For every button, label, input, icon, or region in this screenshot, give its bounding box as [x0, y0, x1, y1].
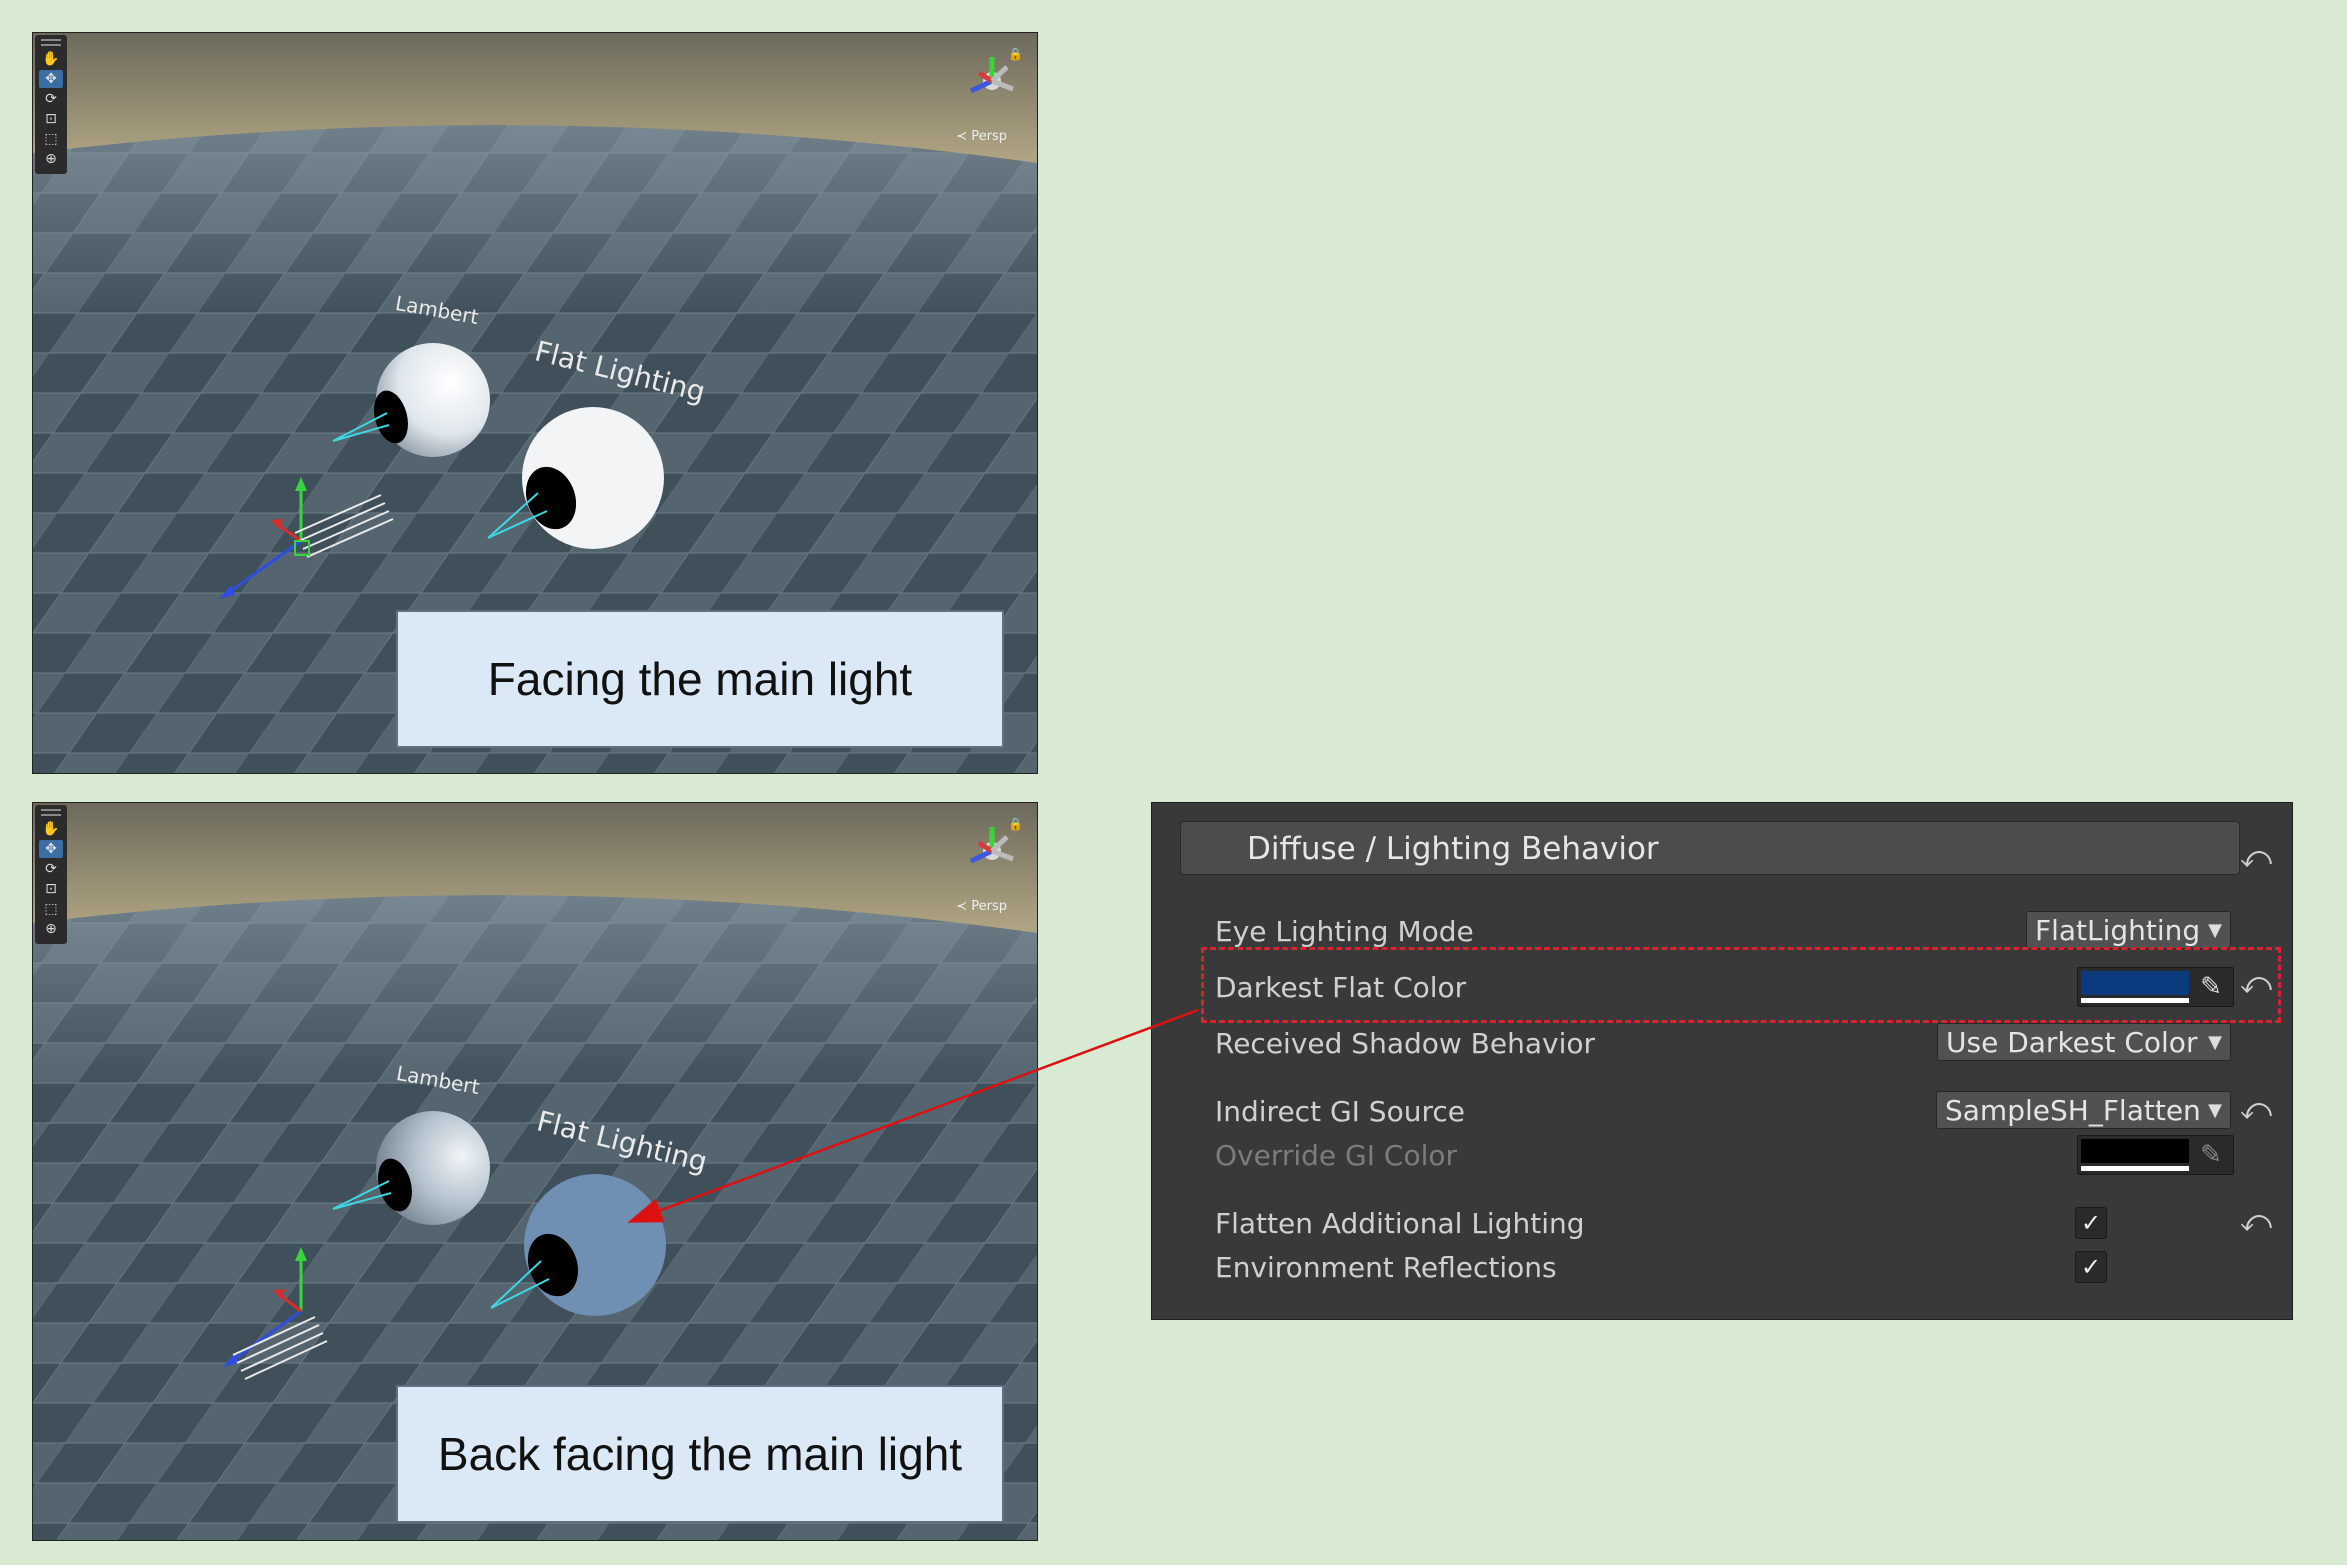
received-shadow-dropdown[interactable]: Use Darkest Color ▼: [1937, 1023, 2231, 1061]
caption-box: Facing the main light: [396, 610, 1004, 748]
eye-lighting-mode-label: Eye Lighting Mode: [1215, 915, 1474, 948]
lock-icon[interactable]: 🔒: [1008, 47, 1023, 61]
move-icon[interactable]: ✥: [39, 840, 63, 858]
color-swatch: [2081, 1139, 2189, 1163]
dropdown-value: SampleSH_Flatten: [1945, 1094, 2201, 1127]
env-reflections-checkbox[interactable]: ✓: [2075, 1251, 2107, 1283]
flatten-additional-label: Flatten Additional Lighting: [1215, 1207, 1585, 1240]
env-reflections-label: Environment Reflections: [1215, 1251, 1557, 1284]
lock-icon[interactable]: 🔒: [1008, 817, 1023, 831]
section-header[interactable]: Diffuse / Lighting Behavior: [1180, 821, 2240, 875]
chevron-down-icon: ▼: [2208, 1032, 2222, 1053]
caption-text: Facing the main light: [487, 653, 913, 705]
eyedropper-icon: ✎: [2200, 1140, 2222, 1170]
inspector-panel: Diffuse / Lighting Behavior ⤺ Eye Lighti…: [1151, 802, 2293, 1320]
flatten-additional-checkbox[interactable]: ✓: [2075, 1207, 2107, 1239]
rect-icon[interactable]: ⬚: [39, 130, 63, 148]
caption-box: Back facing the main light: [396, 1385, 1004, 1523]
toolbar-grip[interactable]: [41, 39, 61, 46]
scale-icon[interactable]: ⊡: [39, 880, 63, 898]
revert-icon[interactable]: ⤺: [2240, 1095, 2272, 1125]
scene-toolbar: ✋ ✥ ⟳ ⊡ ⬚ ⊕: [35, 35, 67, 174]
rect-icon[interactable]: ⬚: [39, 900, 63, 918]
override-gi-color-field: ✎: [2077, 1135, 2234, 1175]
alpha-bar: [2081, 1166, 2189, 1171]
dropdown-value: FlatLighting: [2035, 914, 2201, 947]
toolbar-grip[interactable]: [41, 809, 61, 816]
rotate-icon[interactable]: ⟳: [39, 860, 63, 878]
revert-icon[interactable]: ⤺: [2240, 843, 2272, 873]
scene-toolbar: ✋ ✥ ⟳ ⊡ ⬚ ⊕: [35, 805, 67, 944]
chevron-down-icon: ▼: [2208, 920, 2222, 941]
dropdown-value: Use Darkest Color: [1946, 1026, 2198, 1059]
indirect-gi-label: Indirect GI Source: [1215, 1095, 1465, 1128]
persp-label[interactable]: ≺ Persp: [956, 129, 1007, 144]
received-shadow-label: Received Shadow Behavior: [1215, 1027, 1596, 1060]
persp-label[interactable]: ≺ Persp: [956, 899, 1007, 914]
scale-icon[interactable]: ⊡: [39, 110, 63, 128]
transform-icon[interactable]: ⊕: [39, 150, 63, 168]
section-title: Diffuse / Lighting Behavior: [1247, 831, 1659, 867]
eye-lighting-mode-dropdown[interactable]: FlatLighting ▼: [2026, 911, 2231, 949]
chevron-down-icon: ▼: [2208, 1100, 2222, 1121]
hand-icon[interactable]: ✋: [39, 820, 63, 838]
rotate-icon[interactable]: ⟳: [39, 90, 63, 108]
scene-viewport-bottom[interactable]: Lambert Flat Lighting ✋ ✥ ⟳ ⊡ ⬚ ⊕ 🔒 ≺ Pe…: [32, 802, 1038, 1541]
revert-icon[interactable]: ⤺: [2240, 1207, 2272, 1237]
caption-text: Back facing the main light: [437, 1428, 963, 1480]
transform-icon[interactable]: ⊕: [39, 920, 63, 938]
move-icon[interactable]: ✥: [39, 70, 63, 88]
hand-icon[interactable]: ✋: [39, 50, 63, 68]
highlight-box: [1201, 947, 2281, 1023]
indirect-gi-dropdown[interactable]: SampleSH_Flatten ▼: [1936, 1091, 2231, 1129]
scene-viewport-top[interactable]: Lambert Flat Lighting ✋ ✥ ⟳ ⊡ ⬚ ⊕ 🔒 ≺ Pe…: [32, 32, 1038, 774]
override-gi-label: Override GI Color: [1215, 1139, 1458, 1172]
